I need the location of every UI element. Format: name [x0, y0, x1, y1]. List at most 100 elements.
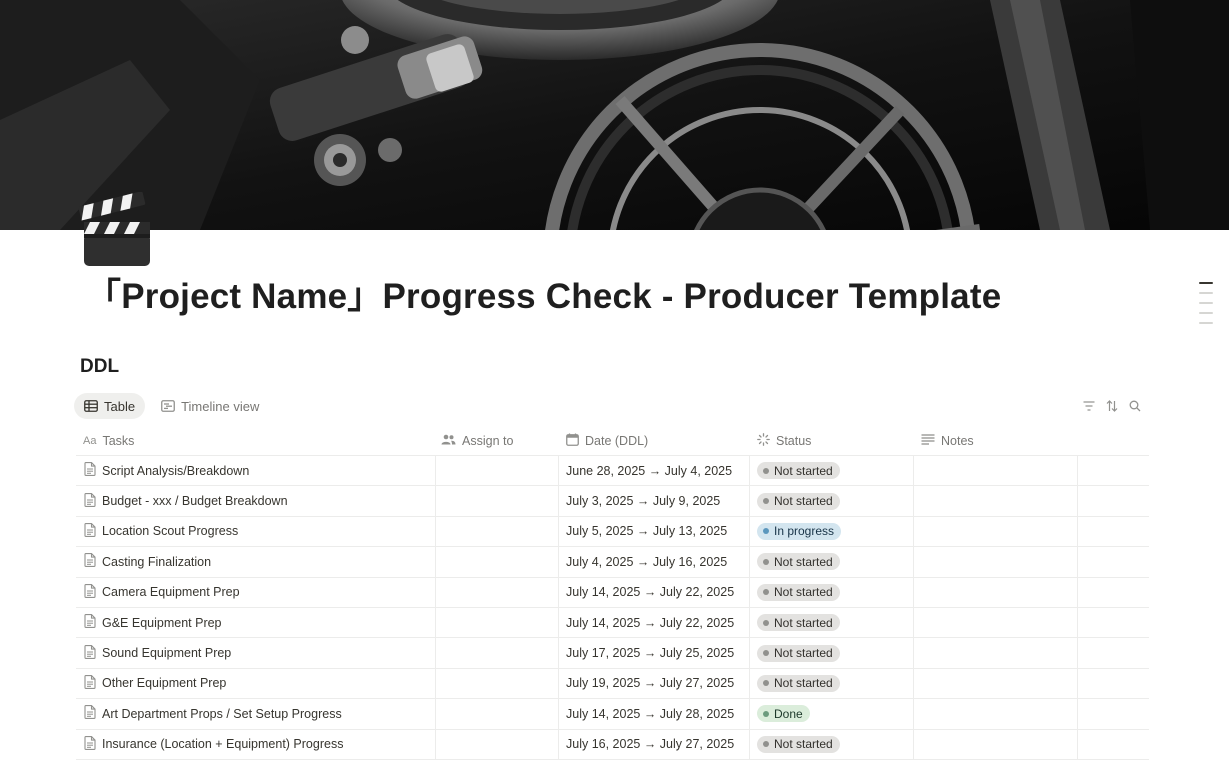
task-title[interactable]: Other Equipment Prep	[102, 676, 226, 690]
column-header-status[interactable]: Status	[750, 426, 914, 455]
tab-table-view[interactable]: Table	[74, 393, 146, 419]
assign-to-cell[interactable]	[436, 729, 559, 759]
date-cell[interactable]: July 4, 2025 → July 16, 2025	[559, 547, 750, 577]
notes-cell[interactable]	[914, 547, 1078, 577]
task-cell[interactable]: Other Equipment Prep	[76, 668, 436, 699]
toc-mark[interactable]	[1199, 282, 1213, 284]
date-cell[interactable]: July 19, 2025 → July 27, 2025	[559, 668, 750, 699]
table-row[interactable]: Sound Equipment Prep July 17, 2025 → Jul…	[76, 638, 1149, 669]
clapperboard-icon[interactable]	[78, 191, 154, 268]
column-header-notes[interactable]: Notes	[914, 426, 1078, 455]
assign-to-cell[interactable]	[436, 638, 559, 668]
toc-mark[interactable]	[1199, 302, 1213, 304]
task-title[interactable]: Location Scout Progress	[102, 524, 238, 538]
notes-cell[interactable]	[914, 486, 1078, 516]
assign-to-cell[interactable]	[436, 547, 559, 577]
notes-cell[interactable]	[914, 668, 1078, 699]
column-header-date[interactable]: Date (DDL)	[559, 426, 750, 455]
task-cell[interactable]: Casting Finalization	[76, 547, 436, 577]
table-row[interactable]: Other Equipment Prep July 19, 2025 → Jul…	[76, 668, 1149, 700]
status-cell[interactable]: Not started	[750, 456, 914, 486]
task-title[interactable]: Sound Equipment Prep	[102, 646, 231, 660]
task-cell[interactable]: Art Department Props / Set Setup Progres…	[76, 699, 436, 729]
status-badge[interactable]: In progress	[757, 522, 842, 540]
status-cell[interactable]: Not started	[750, 729, 914, 759]
assign-to-cell[interactable]	[436, 516, 559, 547]
task-cell[interactable]: Insurance (Location + Equipment) Progres…	[76, 729, 436, 759]
task-title[interactable]: Casting Finalization	[102, 555, 211, 569]
date-cell[interactable]: July 3, 2025 → July 9, 2025	[559, 486, 750, 516]
notes-cell[interactable]	[914, 638, 1078, 668]
page-title[interactable]: 「Project Name」Progress Check - Producer …	[86, 268, 1001, 319]
assign-to-cell[interactable]	[436, 668, 559, 699]
tab-timeline-view[interactable]: Timeline view	[151, 393, 269, 419]
task-cell[interactable]: Camera Equipment Prep	[76, 577, 436, 607]
sort-icon[interactable]	[1105, 398, 1119, 414]
status-cell[interactable]: Done	[750, 699, 914, 729]
notes-cell[interactable]	[914, 577, 1078, 607]
status-badge[interactable]: Not started	[757, 583, 840, 601]
table-row[interactable]: Budget - xxx / Budget Breakdown July 3, …	[76, 486, 1149, 517]
task-title[interactable]: Script Analysis/Breakdown	[102, 464, 249, 478]
status-cell[interactable]: Not started	[750, 547, 914, 577]
status-cell[interactable]: Not started	[750, 638, 914, 668]
table-row[interactable]: Camera Equipment Prep July 14, 2025 → Ju…	[76, 577, 1149, 608]
search-icon[interactable]	[1128, 398, 1142, 414]
status-cell[interactable]: Not started	[750, 486, 914, 516]
status-cell[interactable]: Not started	[750, 607, 914, 638]
table-row[interactable]: Casting Finalization July 4, 2025 → July…	[76, 547, 1149, 578]
database-title[interactable]: DDL	[80, 356, 119, 378]
status-cell[interactable]: In progress	[750, 516, 914, 547]
date-cell[interactable]: July 14, 2025 → July 22, 2025	[559, 607, 750, 638]
table-row[interactable]: Art Department Props / Set Setup Progres…	[76, 699, 1149, 730]
task-title[interactable]: Camera Equipment Prep	[102, 585, 240, 599]
status-badge[interactable]: Done	[757, 705, 810, 723]
table-row[interactable]: G&E Equipment Prep July 14, 2025 → July …	[76, 607, 1149, 639]
notes-cell[interactable]	[914, 607, 1078, 638]
task-title[interactable]: Insurance (Location + Equipment) Progres…	[102, 737, 343, 751]
status-cell[interactable]: Not started	[750, 668, 914, 699]
column-header-assign-to[interactable]: Assign to	[436, 426, 559, 455]
assign-to-cell[interactable]	[436, 486, 559, 516]
status-badge[interactable]: Not started	[757, 553, 840, 571]
status-badge[interactable]: Not started	[757, 644, 840, 662]
toc-mark[interactable]	[1199, 312, 1213, 314]
toc-mark[interactable]	[1199, 292, 1213, 294]
date-cell[interactable]: July 5, 2025 → July 13, 2025	[559, 516, 750, 547]
column-header-tasks[interactable]: Aa Tasks	[76, 426, 436, 455]
table-row[interactable]: Script Analysis/Breakdown June 28, 2025 …	[76, 456, 1149, 487]
notes-cell[interactable]	[914, 516, 1078, 547]
assign-to-cell[interactable]	[436, 699, 559, 729]
status-badge[interactable]: Not started	[757, 462, 840, 480]
table-row[interactable]: Location Scout Progress July 5, 2025 → J…	[76, 516, 1149, 548]
assign-to-cell[interactable]	[436, 456, 559, 486]
table-row[interactable]: Insurance (Location + Equipment) Progres…	[76, 729, 1149, 760]
notes-cell[interactable]	[914, 456, 1078, 486]
date-cell[interactable]: July 17, 2025 → July 25, 2025	[559, 638, 750, 668]
task-cell[interactable]: Script Analysis/Breakdown	[76, 456, 436, 486]
filter-icon[interactable]	[1082, 398, 1096, 414]
notes-cell[interactable]	[914, 699, 1078, 729]
task-title[interactable]: Art Department Props / Set Setup Progres…	[102, 707, 342, 721]
task-title[interactable]: Budget - xxx / Budget Breakdown	[102, 494, 288, 508]
assign-to-cell[interactable]	[436, 607, 559, 638]
task-cell[interactable]: Budget - xxx / Budget Breakdown	[76, 486, 436, 516]
status-badge[interactable]: Not started	[757, 735, 840, 753]
table-of-contents[interactable]	[1199, 282, 1213, 332]
status-badge[interactable]: Not started	[757, 674, 840, 692]
page-document-icon	[84, 462, 96, 479]
assign-to-cell[interactable]	[436, 577, 559, 607]
status-badge[interactable]: Not started	[757, 614, 840, 632]
notes-cell[interactable]	[914, 729, 1078, 759]
status-badge[interactable]: Not started	[757, 492, 840, 510]
status-cell[interactable]: Not started	[750, 577, 914, 607]
date-cell[interactable]: June 28, 2025 → July 4, 2025	[559, 456, 750, 486]
task-title[interactable]: G&E Equipment Prep	[102, 616, 222, 630]
task-cell[interactable]: Location Scout Progress	[76, 516, 436, 547]
task-cell[interactable]: G&E Equipment Prep	[76, 607, 436, 638]
toc-mark[interactable]	[1199, 322, 1213, 324]
date-cell[interactable]: July 14, 2025 → July 22, 2025	[559, 577, 750, 607]
date-cell[interactable]: July 16, 2025 → July 27, 2025	[559, 729, 750, 759]
date-cell[interactable]: July 14, 2025 → July 28, 2025	[559, 699, 750, 729]
task-cell[interactable]: Sound Equipment Prep	[76, 638, 436, 668]
